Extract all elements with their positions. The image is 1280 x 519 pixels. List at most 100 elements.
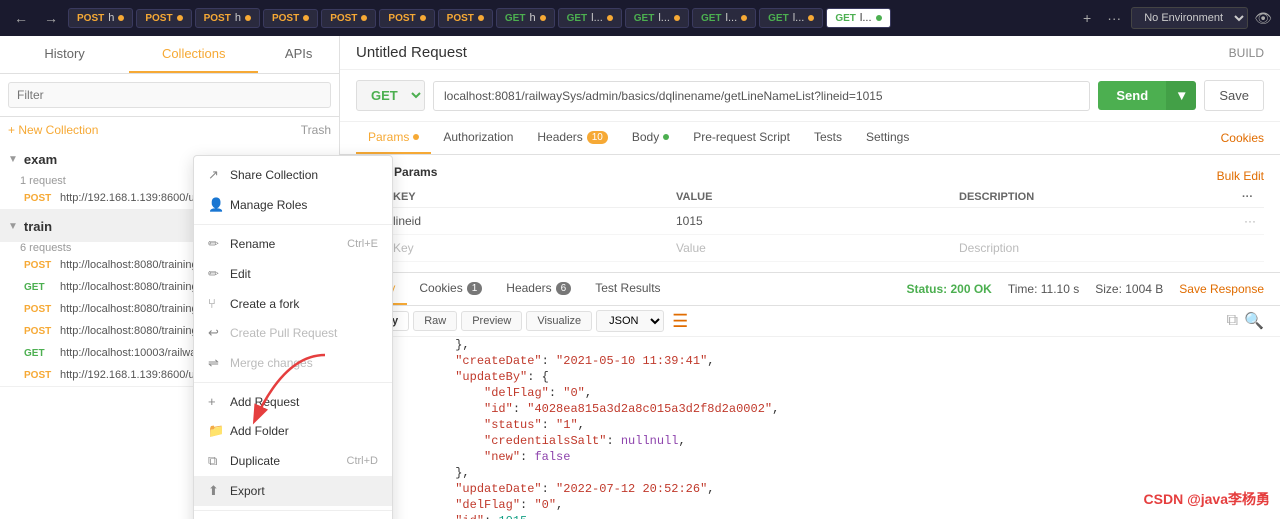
tab-headers[interactable]: Headers 10 xyxy=(525,122,619,154)
code-line: 19 "delFlag": "0", xyxy=(340,497,1280,513)
forward-button[interactable]: → xyxy=(38,8,64,28)
menu-item-pull-request: ↩ Create Pull Request xyxy=(194,318,392,348)
tab-response-headers[interactable]: Headers 6 xyxy=(494,273,583,305)
search-input[interactable] xyxy=(8,82,331,108)
param-description-input[interactable] xyxy=(959,214,1226,228)
url-input[interactable] xyxy=(433,81,1090,111)
eye-icon[interactable]: 👁 xyxy=(1254,10,1272,27)
method-badge-post: POST xyxy=(24,326,54,337)
tab-tests[interactable]: Tests xyxy=(802,122,854,154)
menu-item-add-request[interactable]: + Add Request xyxy=(194,387,392,416)
method-badge-post: POST xyxy=(24,304,54,315)
send-button[interactable]: Send xyxy=(1098,81,1166,110)
param-key-input[interactable] xyxy=(393,214,660,228)
format-visualize-button[interactable]: Visualize xyxy=(526,311,592,331)
copy-icon[interactable]: ⧉ xyxy=(1227,312,1238,330)
menu-item-add-folder[interactable]: 📁 Add Folder xyxy=(194,416,392,446)
folder-icon: 📁 xyxy=(208,423,222,439)
params-table: KEY VALUE DESCRIPTION ··· ··· xyxy=(356,187,1264,262)
table-row: ··· xyxy=(356,208,1264,235)
menu-divider xyxy=(194,382,392,383)
search-icon[interactable]: 🔍 xyxy=(1244,311,1264,331)
main-layout: History Collections APIs + New Collectio… xyxy=(0,36,1280,519)
method-select[interactable]: GET xyxy=(356,80,425,111)
tab-authorization[interactable]: Authorization xyxy=(431,122,525,154)
table-view-icon[interactable]: ☰ xyxy=(672,311,688,332)
param-description-input[interactable] xyxy=(959,241,1226,255)
menu-item-manage-roles[interactable]: 👤 Manage Roles xyxy=(194,190,392,220)
sidebar-tab-history[interactable]: History xyxy=(0,36,129,73)
menu-item-edit[interactable]: ✏ Edit xyxy=(194,259,392,289)
tab-post-3[interactable]: POSTh xyxy=(195,8,260,28)
format-raw-button[interactable]: Raw xyxy=(413,311,457,331)
format-preview-button[interactable]: Preview xyxy=(461,311,522,331)
code-line: 20 "id": 1015, xyxy=(340,513,1280,519)
tab-post-6[interactable]: POST xyxy=(379,9,434,28)
response-section: Body Cookies 1 Headers 6 Test Results St… xyxy=(340,272,1280,519)
menu-item-label: Create a fork xyxy=(230,297,299,311)
tab-get-5[interactable]: GETl... xyxy=(759,8,823,28)
tab-post-7[interactable]: POST xyxy=(438,9,493,28)
menu-item-share[interactable]: ↗ Share Collection xyxy=(194,160,392,190)
menu-item-label: Manage Roles xyxy=(230,198,307,212)
menu-item-monitor[interactable]: 📊 Monitor Collection xyxy=(194,515,392,519)
tab-test-results[interactable]: Test Results xyxy=(583,273,672,305)
value-col-header: VALUE xyxy=(668,187,951,208)
tab-post-5[interactable]: POST xyxy=(321,9,376,28)
response-size: Size: 1004 B xyxy=(1095,282,1163,296)
tab-get-2[interactable]: GETl... xyxy=(558,8,622,28)
menu-item-create-fork[interactable]: ⑂ Create a fork xyxy=(194,289,392,318)
param-value-input[interactable] xyxy=(676,241,943,255)
menu-item-label: Export xyxy=(230,484,265,498)
environment-select[interactable]: No Environment xyxy=(1131,7,1248,29)
tab-get-1[interactable]: GETh xyxy=(496,8,555,28)
response-time: Time: 11.10 s xyxy=(1008,282,1079,296)
save-response-button[interactable]: Save Response xyxy=(1179,282,1264,296)
sidebar-tab-collections[interactable]: Collections xyxy=(129,36,258,73)
url-bar: GET Send ▼ Save xyxy=(340,70,1280,122)
tab-pre-request[interactable]: Pre-request Script xyxy=(681,122,802,154)
request-tab-group: Params Authorization Headers 10 Body Pre… xyxy=(340,122,1280,155)
menu-item-export[interactable]: ⬆ Export xyxy=(194,476,392,506)
new-collection-button[interactable]: + New Collection xyxy=(8,123,98,137)
tab-post-1[interactable]: POSTh xyxy=(68,8,133,28)
params-section: Query Params Bulk Edit KEY VALUE DESCRIP… xyxy=(340,155,1280,272)
context-menu: ↗ Share Collection 👤 Manage Roles ✏ Rena… xyxy=(193,155,393,519)
response-status: Status: 200 OK Time: 11.10 s Size: 1004 … xyxy=(906,282,1264,296)
export-icon: ⬆ xyxy=(208,483,222,499)
sidebar-search-container xyxy=(0,74,339,117)
description-col-header: DESCRIPTION xyxy=(951,187,1234,208)
menu-item-rename[interactable]: ✏ Rename Ctrl+E xyxy=(194,229,392,259)
tab-get-4[interactable]: GETl... xyxy=(692,8,756,28)
param-key-input[interactable] xyxy=(393,241,660,255)
sidebar-tab-apis[interactable]: APIs xyxy=(258,36,339,73)
tab-post-4[interactable]: POST xyxy=(263,9,318,28)
param-value-input[interactable] xyxy=(676,214,943,228)
shortcut-label: Ctrl+D xyxy=(347,455,378,467)
tab-post-2[interactable]: POST xyxy=(136,9,191,28)
menu-item-duplicate[interactable]: ⧉ Duplicate Ctrl+D xyxy=(194,446,392,476)
more-tabs-button[interactable]: ··· xyxy=(1101,8,1127,28)
trash-button[interactable]: Trash xyxy=(301,123,331,137)
json-format-select[interactable]: JSON xyxy=(596,310,664,332)
add-tab-button[interactable]: + xyxy=(1077,8,1097,28)
tab-body[interactable]: Body xyxy=(620,122,681,154)
tab-get-3[interactable]: GETl... xyxy=(625,8,689,28)
tab-get-active[interactable]: GETl... xyxy=(826,8,890,28)
code-line: 10 "createDate": "2021-05-10 11:39:41", xyxy=(340,353,1280,369)
tab-settings[interactable]: Settings xyxy=(854,122,921,154)
request-tabs: POSTh POST POSTh POST POST POST POST GET… xyxy=(68,8,1073,28)
save-button[interactable]: Save xyxy=(1204,80,1264,111)
back-button[interactable]: ← xyxy=(8,8,34,28)
row-action-button[interactable]: ··· xyxy=(1244,214,1256,228)
response-action-icons: ⧉ 🔍 xyxy=(1227,311,1264,331)
cookies-link[interactable]: Cookies xyxy=(1221,131,1264,145)
menu-item-label: Add Request xyxy=(230,395,299,409)
menu-item-label: Duplicate xyxy=(230,454,280,468)
method-badge-get: GET xyxy=(24,348,54,359)
tab-response-cookies[interactable]: Cookies 1 xyxy=(407,273,494,305)
tab-params[interactable]: Params xyxy=(356,122,431,154)
method-badge-post: POST xyxy=(24,370,54,381)
bulk-edit-button[interactable]: Bulk Edit xyxy=(1217,169,1264,183)
send-dropdown-button[interactable]: ▼ xyxy=(1166,81,1196,110)
